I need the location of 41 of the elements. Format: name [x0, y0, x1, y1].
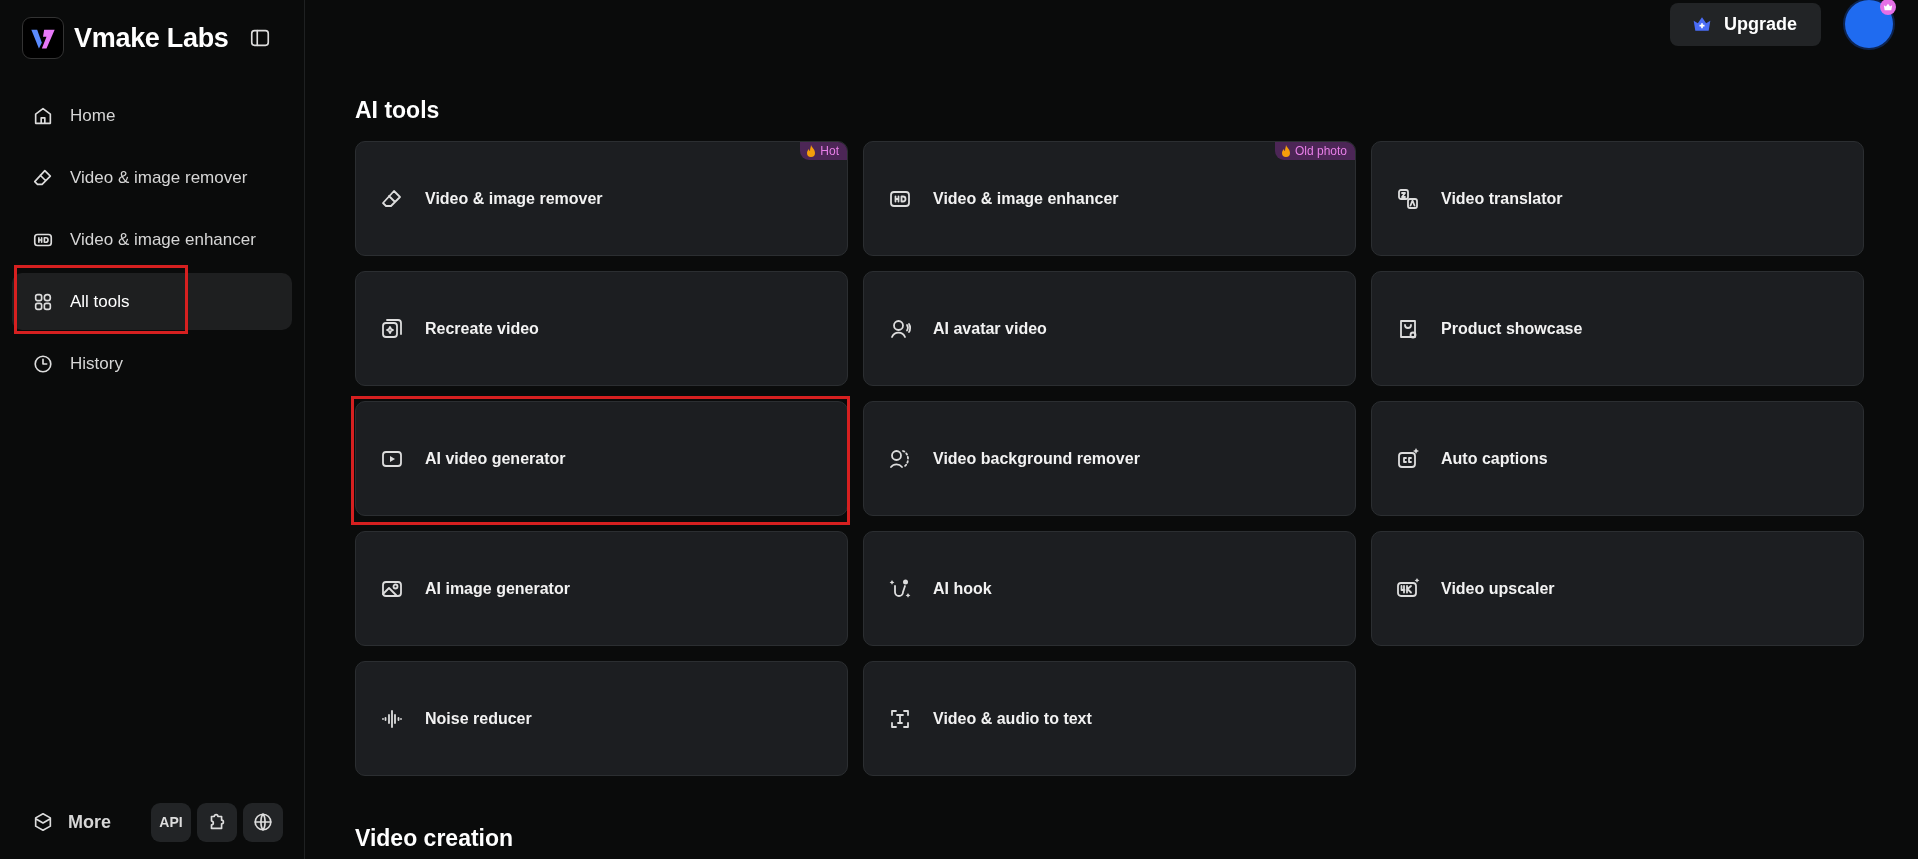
sidebar-item[interactable]: Video & image remover — [12, 149, 292, 206]
avatar[interactable] — [1845, 0, 1893, 48]
sidebar-toggle-icon[interactable] — [248, 27, 271, 49]
flame-icon — [806, 145, 817, 157]
tool-card[interactable]: AI hook — [863, 531, 1356, 646]
tool-card[interactable]: Video upscaler — [1371, 531, 1864, 646]
cube-icon — [32, 811, 54, 833]
section-title: AI tools — [355, 97, 441, 124]
tag: Hot — [800, 142, 847, 160]
brand-name: Vmake Labs — [74, 22, 229, 54]
tool-card[interactable]: Recreate video — [355, 271, 848, 386]
tool-card[interactable]: AI avatar video — [863, 271, 1356, 386]
tool-card[interactable]: AI image generator — [355, 531, 848, 646]
api-button[interactable]: API — [151, 802, 191, 842]
language-button[interactable] — [243, 802, 283, 842]
tool-card[interactable]: AI video generator — [355, 401, 848, 516]
clock-icon — [32, 352, 54, 375]
captions-icon — [1396, 446, 1420, 471]
sidebar-item[interactable]: Home — [12, 87, 292, 144]
tool-card[interactable]: Video & image remover Hot — [355, 141, 848, 256]
crown-badge-icon — [1880, 0, 1896, 15]
flame-icon — [1280, 145, 1291, 157]
translate-icon — [1396, 186, 1420, 211]
extension-button[interactable] — [197, 802, 237, 842]
tool-card[interactable]: Auto captions — [1371, 401, 1864, 516]
tool-card[interactable]: Product showcase — [1371, 271, 1864, 386]
sidebar-item[interactable]: Video & image enhancer — [12, 211, 292, 268]
sidebar-item[interactable]: All tools — [12, 273, 292, 330]
tool-card[interactable]: Video & image enhancer Old photo — [863, 141, 1356, 256]
more-menu[interactable]: More — [32, 811, 111, 833]
tool-card[interactable]: Video translator — [1371, 141, 1864, 256]
tool-card[interactable]: Noise reducer — [355, 661, 848, 776]
logo[interactable] — [22, 17, 64, 59]
tool-card[interactable]: Video & audio to text — [863, 661, 1356, 776]
sparkle-square-icon — [380, 316, 404, 341]
tool-card[interactable]: Video background remover — [863, 401, 1356, 516]
sidebar-item[interactable]: History — [12, 335, 292, 392]
section-title: Video creation — [355, 825, 515, 852]
upgrade-button[interactable]: Upgrade — [1670, 2, 1821, 46]
globe-icon — [252, 811, 274, 833]
tag: Old photo — [1274, 142, 1355, 160]
